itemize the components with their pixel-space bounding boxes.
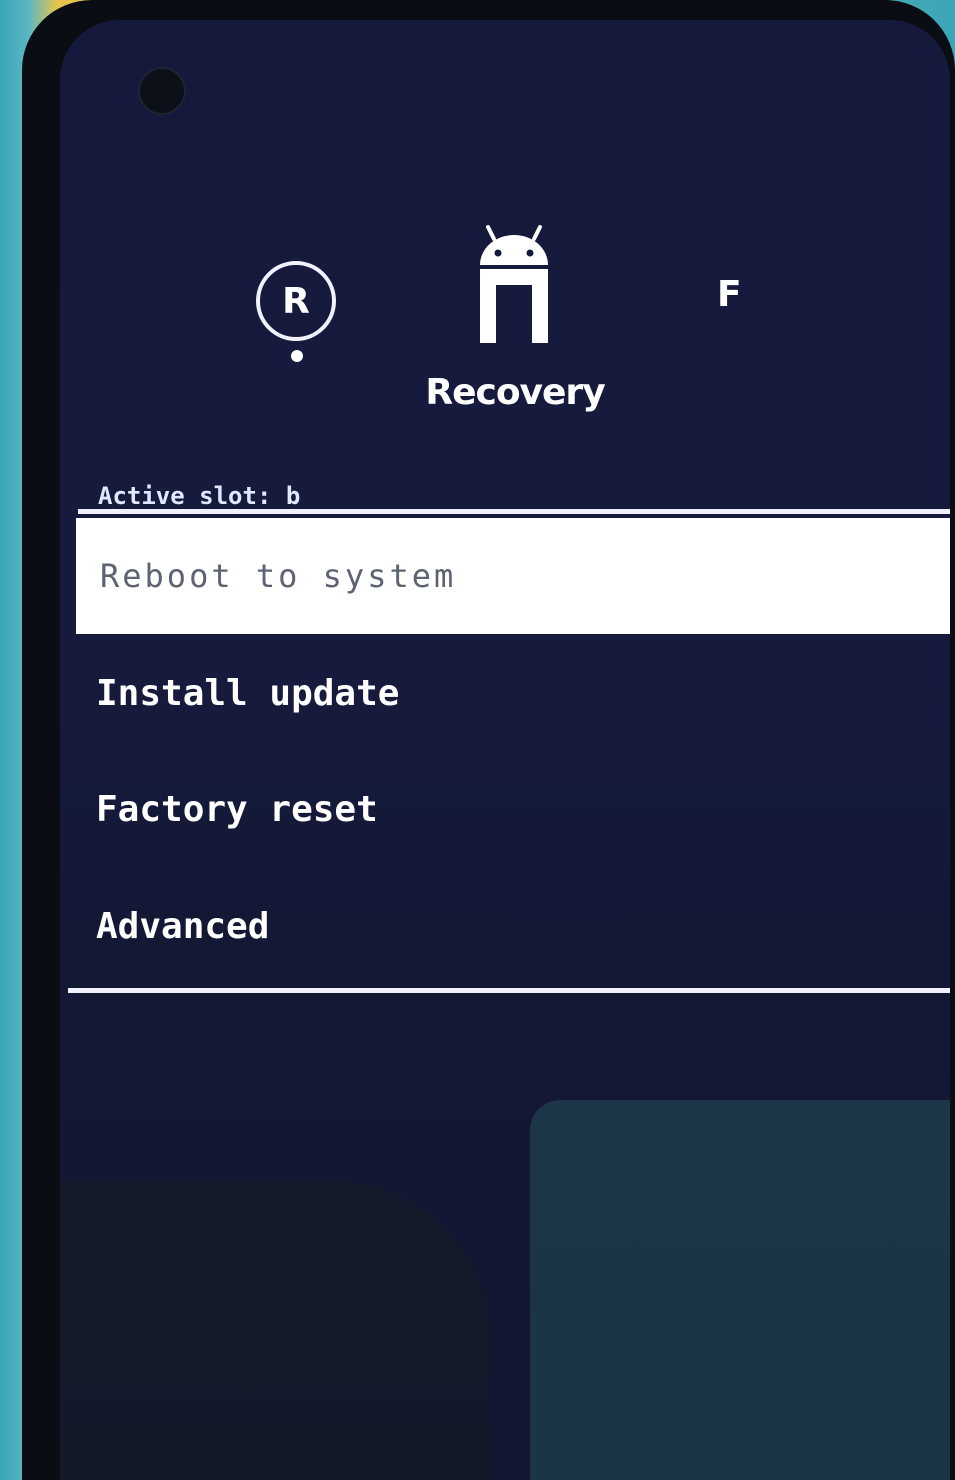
menu-item-label: Reboot to system: [100, 557, 457, 595]
mode-label: Recovery: [425, 372, 605, 413]
menu-item-advanced[interactable]: Advanced: [76, 868, 950, 984]
active-slot-text: Active slot: b: [98, 482, 301, 510]
android-robot-icon: [480, 225, 548, 343]
f-status-icon: F: [717, 274, 742, 315]
recovery-screen: R Recovery F Active slot: b Reboot to sy…: [60, 20, 950, 1480]
r-badge-label: R: [282, 280, 310, 322]
menu-item-factory-reset[interactable]: Factory reset: [76, 751, 950, 867]
camera-cutout: [138, 67, 186, 115]
glare-reflection: [530, 1100, 950, 1480]
menu-item-label: Factory reset: [96, 788, 378, 830]
menu-item-label: Advanced: [96, 905, 270, 947]
indicator-dot: [291, 350, 303, 362]
r-status-icon: R: [256, 261, 336, 341]
menu-item-reboot-to-system[interactable]: Reboot to system: [76, 518, 950, 634]
phone-frame: R Recovery F Active slot: b Reboot to sy…: [22, 0, 955, 1480]
menu-item-install-update[interactable]: Install update: [76, 635, 950, 751]
glare-reflection: [60, 1180, 490, 1480]
bottom-divider: [68, 988, 950, 993]
top-divider: [78, 509, 950, 514]
menu-item-label: Install update: [96, 672, 400, 714]
